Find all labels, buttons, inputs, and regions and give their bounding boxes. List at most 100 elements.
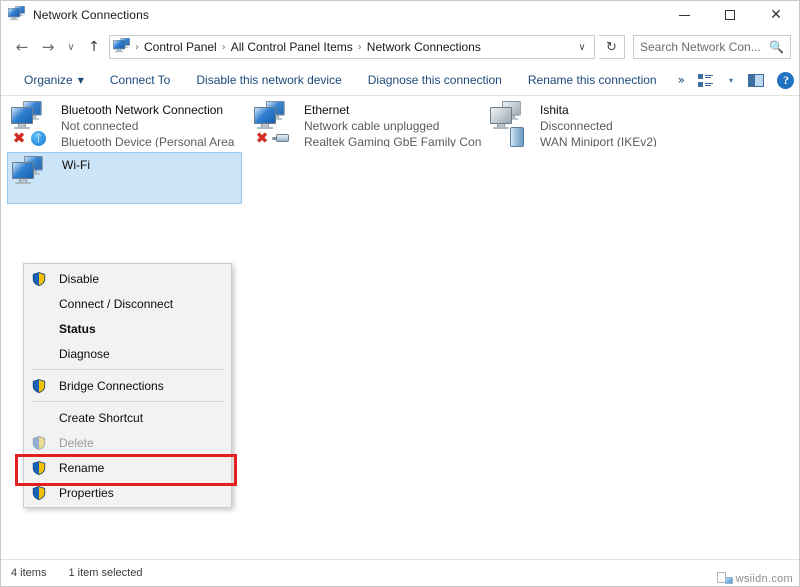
help-icon[interactable]: ? <box>773 68 799 92</box>
connection-name: Ethernet <box>304 103 350 117</box>
organize-label: Organize <box>24 73 73 87</box>
context-menu-label: Rename <box>59 460 105 475</box>
context-menu-label: Delete <box>59 435 94 450</box>
connection-device: Realtek Gaming GbE Family Contr... <box>304 135 481 147</box>
help-glyph: ? <box>777 71 795 89</box>
connection-name: Wi-Fi <box>62 158 90 172</box>
bluetooth-network-adapter-icon: ✖ ᛏ <box>11 101 57 147</box>
preview-pane-glyph <box>747 73 764 87</box>
context-menu-item-rename[interactable]: Rename <box>24 455 231 480</box>
disable-network-device-button[interactable]: Disable this network device <box>183 68 354 92</box>
maximize-button[interactable] <box>707 1 753 29</box>
command-toolbar: Organize ▼ Connect To Disable this netwo… <box>1 65 799 96</box>
navigation-bar: ← → ∨ ↑ › Control Panel › All Control Pa… <box>1 29 799 65</box>
context-menu-label: Diagnose <box>59 346 110 361</box>
disabled-x-icon: ✖ <box>255 129 269 147</box>
up-arrow-icon[interactable]: ↑ <box>81 34 107 60</box>
breadcrumb-control-panel[interactable]: Control Panel <box>144 40 217 54</box>
refresh-button[interactable]: ↻ <box>599 35 625 59</box>
list-item-text: Bluetooth Network Connection Not connect… <box>61 101 238 147</box>
connection-device: WAN Miniport (IKEv2) <box>540 135 657 147</box>
shield-icon <box>32 460 56 475</box>
context-menu-item-connect-disconnect[interactable]: Connect / Disconnect <box>24 291 231 316</box>
connection-name: Ishita <box>540 103 569 117</box>
watermark-text: wsiidn.com <box>735 573 793 585</box>
shield-icon <box>32 485 56 500</box>
shield-icon <box>32 435 56 450</box>
connection-status: Disconnected <box>540 119 613 133</box>
context-menu-item-disable[interactable]: Disable <box>24 266 231 291</box>
connections-list: ✖ ᛏ Bluetooth Network Connection Not con… <box>1 96 799 559</box>
menu-separator <box>32 401 223 402</box>
organize-button[interactable]: Organize ▼ <box>11 68 97 92</box>
toolbar-overflow-icon[interactable]: » <box>670 73 693 87</box>
toolbar-right-group: ▾ ? <box>693 68 800 92</box>
ethernet-adapter-icon: ✖ <box>254 101 300 147</box>
list-item[interactable]: ✖ ᛏ Bluetooth Network Connection Not con… <box>7 98 242 150</box>
wifi-adapter-icon <box>12 156 58 200</box>
close-button[interactable]: ✕ <box>753 1 799 29</box>
context-menu-item-delete: Delete <box>24 430 231 455</box>
recent-locations-chevron-icon[interactable]: ∨ <box>61 34 81 60</box>
address-bar[interactable]: › Control Panel › All Control Panel Item… <box>109 35 595 59</box>
forward-arrow-icon[interactable]: → <box>35 34 61 60</box>
context-menu-item-diagnose[interactable]: Diagnose <box>24 341 231 366</box>
context-menu-item-status[interactable]: Status <box>24 316 231 341</box>
chevron-down-icon: ▼ <box>77 75 84 85</box>
view-icon-glyph <box>698 73 714 87</box>
disabled-x-icon: ✖ <box>12 129 26 147</box>
context-menu-item-create-shortcut[interactable]: Create Shortcut <box>24 405 231 430</box>
window-title: Network Connections <box>33 8 149 22</box>
search-box[interactable]: Search Network Con... 🔍 <box>633 35 791 59</box>
address-dropdown-icon[interactable]: ∨ <box>572 42 592 53</box>
list-item-selected[interactable]: Wi-Fi <box>7 152 242 204</box>
connect-to-button[interactable]: Connect To <box>97 68 184 92</box>
list-item[interactable]: Ishita Disconnected WAN Miniport (IKEv2) <box>486 98 721 150</box>
view-options-icon[interactable] <box>693 68 719 92</box>
menu-separator <box>32 369 223 370</box>
selection-count-label: 1 item selected <box>68 567 143 579</box>
connection-status: Network cable unplugged <box>304 119 440 133</box>
view-options-caret-icon[interactable]: ▾ <box>723 68 739 92</box>
back-arrow-icon[interactable]: ← <box>9 34 35 60</box>
preview-pane-icon[interactable] <box>743 68 769 92</box>
item-count-label: 4 items <box>11 567 47 579</box>
window-controls: ✕ <box>661 1 799 29</box>
title-bar: Network Connections ✕ <box>1 1 799 29</box>
breadcrumb-network-connections[interactable]: Network Connections <box>367 40 481 54</box>
connection-device: Bluetooth Device (Personal Area ... <box>61 135 238 147</box>
shield-icon <box>32 378 56 393</box>
context-menu-label: Status <box>59 321 96 336</box>
wan-miniport-icon <box>510 127 524 147</box>
list-item-text: Wi-Fi <box>62 156 90 200</box>
context-menu-label: Create Shortcut <box>59 410 144 425</box>
watermark: wsiidn.com <box>716 572 793 585</box>
breadcrumb-folder-icon <box>113 38 130 55</box>
bluetooth-icon: ᛏ <box>31 131 46 146</box>
context-menu: Disable Connect / Disconnect Status Diag… <box>23 263 232 508</box>
list-item-text: Ethernet Network cable unplugged Realtek… <box>304 101 481 147</box>
search-input[interactable]: Search Network Con... <box>640 40 769 54</box>
shield-icon <box>32 271 56 286</box>
network-cable-icon <box>272 132 294 145</box>
minimize-button[interactable] <box>661 1 707 29</box>
vpn-adapter-icon <box>490 101 536 147</box>
breadcrumb-separator-icon: › <box>357 41 362 53</box>
context-menu-item-bridge-connections[interactable]: Bridge Connections <box>24 373 231 398</box>
context-menu-label: Disable <box>59 271 100 286</box>
context-menu-item-properties[interactable]: Properties <box>24 480 231 505</box>
watermark-logo-icon <box>716 572 733 585</box>
search-icon[interactable]: 🔍 <box>769 40 784 54</box>
context-menu-label: Properties <box>59 485 114 500</box>
rename-connection-button[interactable]: Rename this connection <box>515 68 670 92</box>
diagnose-connection-button[interactable]: Diagnose this connection <box>355 68 515 92</box>
breadcrumb-separator-icon: › <box>135 41 139 53</box>
list-item-text: Ishita Disconnected WAN Miniport (IKEv2) <box>540 101 657 147</box>
connection-name: Bluetooth Network Connection <box>61 103 224 117</box>
network-connections-window: Network Connections ✕ ← → ∨ ↑ › Control … <box>0 0 800 587</box>
context-menu-label: Bridge Connections <box>59 378 164 393</box>
list-item[interactable]: ✖ Ethernet Network cable unplugged Realt… <box>250 98 485 150</box>
breadcrumb-all-control-panel-items[interactable]: All Control Panel Items <box>231 40 353 54</box>
breadcrumb-separator-icon: › <box>221 41 226 53</box>
status-bar: 4 items 1 item selected wsiidn.com <box>1 559 799 586</box>
